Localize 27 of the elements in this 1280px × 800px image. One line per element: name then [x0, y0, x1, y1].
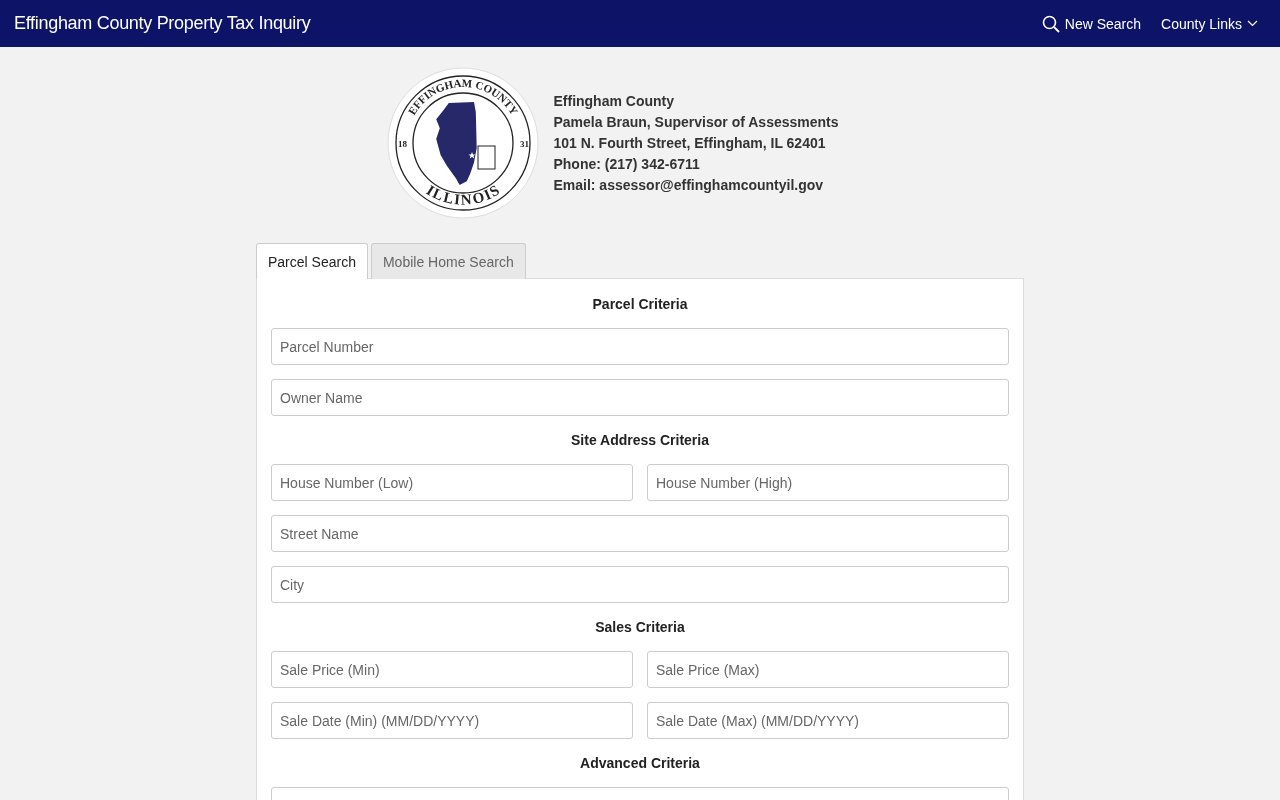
input-field[interactable]: Street Name — [271, 515, 1009, 552]
contact-line: Email: assessor@effinghamcountyil.gov — [553, 175, 825, 195]
nav-link[interactable]: County Links — [1161, 14, 1258, 33]
seal-text: 18 — [398, 139, 408, 149]
seal-text: ILLINOIS — [424, 181, 503, 208]
contact-line: Pamela Braun, Supervisor of Assessments — [553, 112, 839, 132]
site-title[interactable]: Effingham County Property Tax Inquiry — [14, 13, 311, 34]
tab[interactable]: Parcel Search — [256, 243, 368, 279]
input-field[interactable]: Sale Date (Max) (MM/DD/YYYY) — [647, 702, 1009, 739]
nav-link[interactable]: New Search — [1041, 14, 1142, 33]
section-heading: Parcel Criteria — [591, 295, 689, 314]
input-field[interactable]: Sale Price (Max) — [647, 651, 1009, 688]
tab[interactable]: Mobile Home Search — [370, 243, 526, 279]
input-field[interactable]: Owner Name — [271, 379, 1009, 416]
input-field[interactable]: Sale Date (Min) (MM/DD/YYYY) — [271, 702, 633, 739]
input-field[interactable]: House Number (High) — [647, 464, 1009, 501]
contact-line: 101 N. Fourth Street, Effingham, IL 62401 — [553, 133, 827, 153]
section-heading: Site Address Criteria — [570, 431, 710, 450]
section-heading: Advanced Criteria — [579, 754, 701, 773]
seal-text: 31 — [520, 139, 530, 149]
section-heading: Sales Criteria — [594, 618, 686, 637]
contact-line: Effingham County — [553, 91, 675, 111]
input-field[interactable]: Parcel Number — [271, 328, 1009, 365]
input-field[interactable]: Sale Price (Min) — [271, 651, 633, 688]
contact-line: Phone: (217) 342-6711 — [553, 154, 701, 174]
input-field[interactable]: City — [271, 566, 1009, 603]
input-field[interactable]: House Number (Low) — [271, 464, 633, 501]
